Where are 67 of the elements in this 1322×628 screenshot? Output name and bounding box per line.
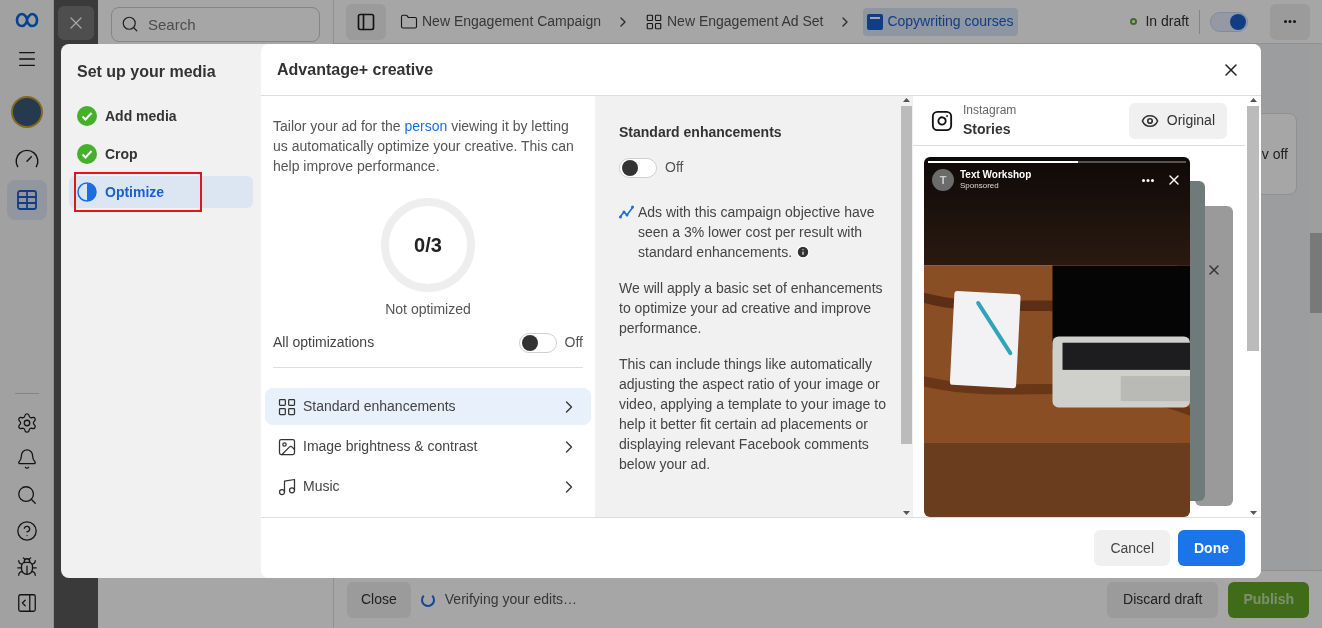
bug-icon[interactable] [15, 556, 38, 578]
toggle-state: Off [564, 333, 583, 352]
steps-title: Set up your media [76, 62, 217, 82]
more-icon[interactable] [1284, 20, 1296, 23]
settings-icon[interactable] [15, 412, 38, 434]
scroll-up-arrow-icon[interactable] [903, 98, 910, 102]
search-icon[interactable] [15, 484, 38, 506]
scroll-down-arrow-icon[interactable] [1249, 511, 1257, 515]
help-icon[interactable] [15, 520, 38, 542]
breadcrumb[interactable]: Copywriting courses [863, 7, 1018, 36]
scroll-up-arrow-icon[interactable] [1249, 98, 1257, 102]
more-icon[interactable] [1142, 178, 1154, 182]
panel-icon [356, 11, 376, 32]
image-icon [277, 436, 297, 457]
breadcrumb[interactable]: New Engagement Campaign [396, 7, 605, 36]
option-item[interactable]: Standard enhancements [265, 388, 591, 425]
section-title: Standard enhancements [619, 123, 783, 142]
placement-label: Stories [963, 120, 1012, 139]
person-link[interactable]: person [404, 118, 448, 134]
info-icon[interactable] [796, 245, 810, 259]
grid-icon [277, 396, 297, 417]
camera-icon [931, 109, 953, 132]
score-value: 0/3 [413, 233, 443, 258]
card-text: v off [1261, 144, 1288, 164]
search-icon [121, 15, 139, 33]
stat-text: Ads with this campaign objective have seen a 3% lower cost per result with standard enhancements. [638, 203, 876, 262]
table-button[interactable] [6, 180, 47, 220]
sponsored-label: Sponsored [960, 180, 1000, 191]
table-icon [14, 188, 39, 212]
account-name: Text Workshop [960, 169, 1032, 180]
panel-toggle-button[interactable] [346, 3, 386, 40]
intro-text: Tailor your ad for the person viewing it by letting us automatically optimize your creative. This can help improve performance. [273, 117, 575, 176]
description-text: We will apply a basic set of enhancements to optimize your ad creative and improve performance. [619, 279, 884, 338]
option-item[interactable]: Image brightness & contrast [265, 428, 591, 465]
toggle-switch[interactable] [518, 332, 557, 353]
cancel-button[interactable]: Cancel [1094, 530, 1170, 566]
panel-icon[interactable] [15, 592, 38, 614]
discard-draft-button[interactable]: Discard draft [1107, 581, 1219, 618]
all-optimizations-label: All optimizations [273, 333, 375, 352]
step-item[interactable]: Crop [69, 138, 253, 170]
ad-icon [867, 13, 884, 30]
toggle-switch[interactable] [1210, 11, 1248, 32]
music-note-icon [277, 476, 297, 497]
status-label: In draft [1145, 12, 1189, 31]
toggle-state: Off [665, 158, 684, 177]
avatar[interactable] [10, 96, 43, 128]
platform-label: Instagram [963, 102, 1017, 119]
notifications-icon[interactable] [15, 448, 38, 470]
done-button[interactable]: Done [1178, 530, 1245, 566]
description-text: This can include things like automatically adjusting the aspect ratio of your image or video, applying a template to your image to help it better fit certain ad placements or displaying relevant Facebook comments below your ad. [619, 355, 887, 474]
folder-icon [400, 12, 418, 31]
step-item[interactable]: Add media [69, 100, 253, 132]
progress-text: Verifying your edits… [444, 590, 578, 609]
trend-icon [619, 205, 634, 219]
scroll-down-arrow-icon[interactable] [903, 511, 910, 515]
score-status: Not optimized [385, 300, 471, 319]
dialog-title: Advantage+ creative [277, 59, 434, 80]
search-field[interactable]: Search [111, 7, 320, 42]
scrollbar-thumb[interactable] [901, 106, 912, 444]
toggle-switch[interactable] [619, 157, 657, 178]
scrollbar-thumb[interactable] [1310, 233, 1322, 313]
original-button[interactable]: Original [1128, 102, 1227, 139]
option-item[interactable]: Music [265, 468, 591, 505]
breadcrumb[interactable]: New Engagement Ad Set [641, 7, 828, 36]
close-button[interactable]: Close [347, 581, 411, 618]
grid-icon [645, 12, 663, 31]
scrollbar-thumb[interactable] [1247, 106, 1259, 351]
